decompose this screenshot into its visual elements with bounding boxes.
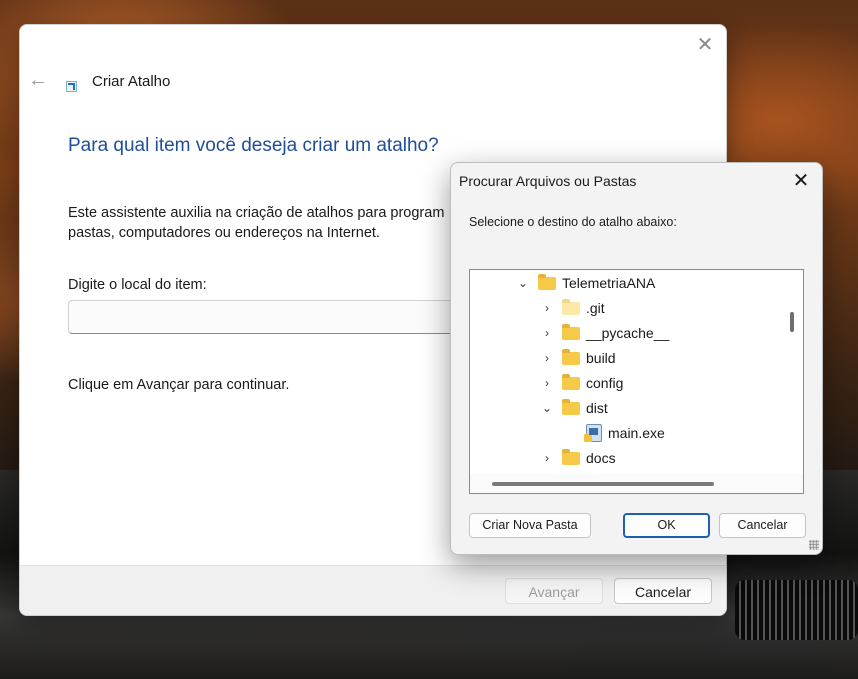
tree-item-label: __pycache__ [586,324,670,341]
tree-item-telemetriaana[interactable]: ⌄ TelemetriaANA [516,270,655,295]
location-label: Digite o local do item: [68,277,207,293]
tree-item-label: TelemetriaANA [562,274,656,291]
window-title: Criar Atalho [92,73,171,90]
folder-light-icon [562,299,580,315]
tree-item-docs[interactable]: › docs [540,445,616,470]
folder-icon [562,374,580,390]
resize-grip-icon[interactable] [809,540,819,550]
folder-icon [538,274,556,290]
folder-tree[interactable]: ⌄ TelemetriaANA › .git › __pycache__ › b… [469,269,804,494]
chevron-right-icon[interactable]: › [540,451,554,465]
location-input[interactable] [68,300,490,334]
chevron-right-icon[interactable]: › [540,376,554,390]
tree-item-label: config [586,374,624,391]
tree-item-label: dist [586,399,608,416]
cancel-button[interactable]: Cancelar [614,578,712,604]
folder-icon [562,324,580,340]
tree-item-dist[interactable]: ⌄ dist [540,395,608,420]
background-car-grille [735,580,858,640]
wizard-description: Este assistente auxilia na criação de at… [68,205,445,241]
vertical-scrollbar[interactable] [790,312,794,332]
chevron-down-icon[interactable]: ⌄ [516,276,530,290]
shortcut-icon [66,81,77,92]
folder-icon [562,399,580,415]
close-icon[interactable]: ✕ [694,34,716,56]
new-folder-button[interactable]: Criar Nova Pasta [469,513,591,538]
dialog-title: Procurar Arquivos ou Pastas [459,173,637,189]
close-icon[interactable]: ✕ [789,169,813,193]
dialog-prompt: Selecione o destino do atalho abaixo: [469,215,677,229]
tree-item-label: build [586,349,616,366]
tree-item-label: .git [586,299,605,316]
chevron-right-icon[interactable]: › [540,301,554,315]
tree-item-git[interactable]: › .git [540,295,605,320]
continue-hint: Clique em Avançar para continuar. [68,377,290,393]
browse-folder-dialog: Procurar Arquivos ou Pastas ✕ Selecione … [450,162,823,555]
folder-icon [562,449,580,465]
chevron-right-icon[interactable]: › [540,326,554,340]
tree-item-config[interactable]: › config [540,370,623,395]
tree-item-main-exe[interactable]: main.exe [584,420,665,445]
chevron-right-icon[interactable]: › [540,351,554,365]
exe-icon [584,423,602,442]
tree-item-label: docs [586,449,616,466]
horizontal-scrollbar[interactable] [492,482,714,486]
page-heading: Para qual item você deseja criar um atal… [68,135,439,156]
next-button[interactable]: Avançar [505,578,603,604]
cancel-button[interactable]: Cancelar [719,513,806,538]
wizard-footer: Avançar Cancelar [20,565,726,615]
chevron-down-icon[interactable]: ⌄ [540,401,554,415]
folder-icon [562,349,580,365]
ok-button[interactable]: OK [623,513,710,538]
tree-item-label: main.exe [608,424,665,441]
tree-item-build[interactable]: › build [540,345,616,370]
tree-item-pycache[interactable]: › __pycache__ [540,320,669,345]
back-arrow-icon[interactable]: ← [28,69,50,91]
